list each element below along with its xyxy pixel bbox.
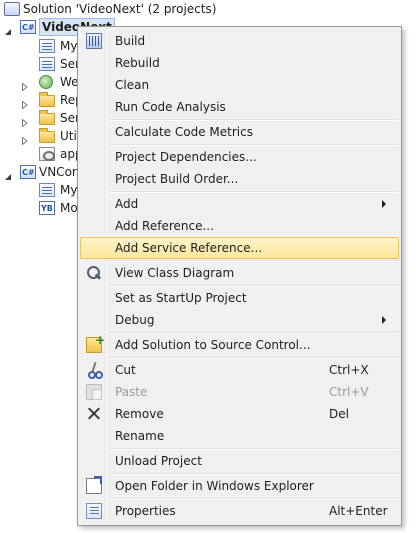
folder-icon xyxy=(39,128,55,143)
menu-item-build[interactable]: Build xyxy=(80,30,399,52)
menu-item-label: Set as StartUp Project xyxy=(115,291,247,305)
build-icon xyxy=(86,33,102,49)
menu-item-debug[interactable]: Debug xyxy=(80,309,399,331)
menu-item-project-dependencies[interactable]: Project Dependencies... xyxy=(80,146,399,168)
expand-arrow-icon[interactable] xyxy=(21,132,29,146)
class-diagram-icon xyxy=(86,265,102,281)
menu-item-calculate-code-metrics[interactable]: Calculate Code Metrics xyxy=(80,121,399,143)
menu-item-paste[interactable]: Paste Ctrl+V xyxy=(80,381,399,403)
tree-item-config-file[interactable]: app xyxy=(0,145,83,163)
menu-item-remove[interactable]: Remove Del xyxy=(80,403,399,425)
code-file-icon xyxy=(39,200,55,218)
menu-item-label: Project Build Order... xyxy=(115,172,239,186)
tree-project-vncore[interactable]: VNCor xyxy=(0,163,77,182)
menu-item-label: Properties xyxy=(115,504,176,518)
scissors-icon xyxy=(86,361,103,379)
menu-item-properties[interactable]: Properties Alt+Enter xyxy=(80,500,399,522)
menu-item-label: Cut xyxy=(115,363,136,377)
expand-arrow-icon[interactable] xyxy=(21,114,29,128)
menu-item-view-class-diagram[interactable]: View Class Diagram xyxy=(80,262,399,284)
project-label: VNCor xyxy=(39,165,77,179)
tree-item-label: My xyxy=(60,39,78,53)
tree-item-my-project[interactable]: My xyxy=(0,37,77,55)
menu-item-rebuild[interactable]: Rebuild xyxy=(80,52,399,74)
clipboard-icon xyxy=(86,384,102,400)
add-to-source-control-icon xyxy=(86,329,105,353)
properties-folder-icon xyxy=(39,39,55,53)
properties-folder-icon xyxy=(39,183,55,197)
properties-icon xyxy=(86,503,102,519)
collapse-arrow-icon[interactable] xyxy=(4,168,12,180)
tree-item-web-references[interactable]: We xyxy=(0,73,79,92)
menu-item-unload-project[interactable]: Unload Project xyxy=(80,450,399,472)
menu-item-label: Build xyxy=(115,34,146,48)
tree-item-label: We xyxy=(60,75,79,89)
menu-item-label: Paste xyxy=(115,385,148,399)
tree-item-folder[interactable]: Util xyxy=(0,127,80,146)
submenu-arrow-icon xyxy=(382,200,386,208)
menu-item-cut[interactable]: Cut Ctrl+X xyxy=(80,359,399,381)
menu-item-label: Open Folder in Windows Explorer xyxy=(115,479,314,493)
collapse-arrow-icon[interactable] xyxy=(4,23,12,35)
folder-icon xyxy=(39,92,55,107)
csharp-project-icon xyxy=(20,19,36,37)
menu-item-label: Add xyxy=(115,197,139,211)
tree-item-folder[interactable]: Ser xyxy=(0,109,80,128)
expand-arrow-icon[interactable] xyxy=(21,78,29,92)
tree-item-label: My xyxy=(60,183,78,197)
tree-item-folder[interactable]: Rep xyxy=(0,91,83,110)
expand-arrow-icon[interactable] xyxy=(21,96,29,110)
delete-x-icon xyxy=(86,406,102,422)
csharp-project-icon xyxy=(20,164,36,182)
shortcut-label: Del xyxy=(329,407,349,421)
tree-solution-node[interactable]: Solution 'VideoNext' (2 projects) xyxy=(0,0,216,18)
solution-label: Solution 'VideoNext' (2 projects) xyxy=(23,2,217,16)
menu-item-label: Add Reference... xyxy=(115,219,214,233)
config-file-icon xyxy=(39,147,55,161)
tree-item-my-project[interactable]: My xyxy=(0,181,77,199)
menu-item-project-build-order[interactable]: Project Build Order... xyxy=(80,168,399,190)
menu-item-add-service-reference[interactable]: Add Service Reference... xyxy=(80,237,399,259)
submenu-arrow-icon xyxy=(382,316,386,324)
menu-item-label: Rebuild xyxy=(115,56,160,70)
tree-item-code-file[interactable]: Mo xyxy=(0,199,78,218)
menu-item-set-startup-project[interactable]: Set as StartUp Project xyxy=(80,287,399,309)
menu-item-clean[interactable]: Clean xyxy=(80,74,399,96)
shortcut-label: Ctrl+V xyxy=(329,385,369,399)
shortcut-label: Ctrl+X xyxy=(329,363,369,377)
menu-item-label: Clean xyxy=(115,78,150,92)
menu-item-add[interactable]: Add xyxy=(80,193,399,215)
project-context-menu: Build Rebuild Clean Run Code Analysis Ca… xyxy=(77,26,402,526)
menu-item-run-code-analysis[interactable]: Run Code Analysis xyxy=(80,96,399,118)
menu-item-rename[interactable]: Rename xyxy=(80,425,399,447)
tree-item-service-references[interactable]: Ser xyxy=(0,55,80,73)
menu-item-label: Add Solution to Source Control... xyxy=(115,338,311,352)
folder-icon xyxy=(39,110,55,125)
menu-item-label: View Class Diagram xyxy=(115,266,235,280)
open-folder-icon xyxy=(86,476,102,494)
menu-item-label: Calculate Code Metrics xyxy=(115,125,253,139)
solution-icon xyxy=(4,2,20,16)
web-references-icon xyxy=(39,75,53,89)
tree-item-label: Mo xyxy=(60,201,78,215)
menu-item-label: Run Code Analysis xyxy=(115,100,226,114)
shortcut-label: Alt+Enter xyxy=(329,504,388,518)
menu-item-label: Rename xyxy=(115,429,165,443)
menu-item-label: Add Service Reference... xyxy=(115,241,263,255)
menu-item-label: Debug xyxy=(115,313,155,327)
menu-item-add-solution-to-source-control[interactable]: Add Solution to Source Control... xyxy=(80,329,399,356)
menu-item-label: Project Dependencies... xyxy=(115,150,257,164)
menu-item-add-reference[interactable]: Add Reference... xyxy=(80,215,399,237)
menu-item-label: Remove xyxy=(115,407,164,421)
service-references-icon xyxy=(39,57,55,71)
menu-item-label: Unload Project xyxy=(115,454,202,468)
menu-item-open-folder[interactable]: Open Folder in Windows Explorer xyxy=(80,475,399,497)
